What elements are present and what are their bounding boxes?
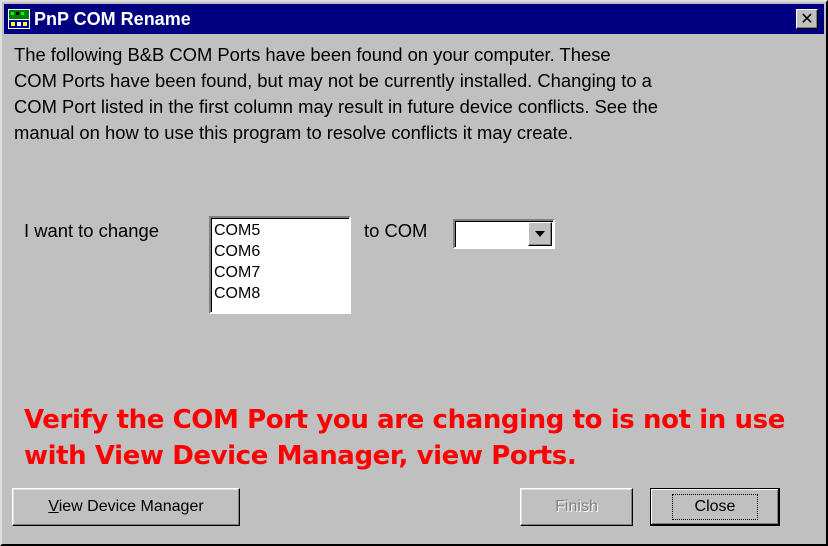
close-icon[interactable]: ✕ xyxy=(796,9,818,29)
list-item-com6[interactable]: COM6 xyxy=(214,241,349,262)
to-com-dropdown[interactable] xyxy=(453,219,555,249)
warning-line-2: with View Device Manager, view Ports. xyxy=(24,441,577,471)
pnp-com-rename-dialog: PnP COM Rename ✕ The following B&B COM P… xyxy=(0,0,828,546)
list-item-com7[interactable]: COM7 xyxy=(214,262,349,283)
warning-line-1: Verify the COM Port you are changing to … xyxy=(24,405,785,435)
change-label: I want to change xyxy=(24,220,159,241)
to-com-label: to COM xyxy=(364,220,428,241)
app-icon xyxy=(8,9,30,29)
list-item-com8[interactable]: COM8 xyxy=(214,283,349,304)
view-device-manager-label: View Device Manager xyxy=(48,498,204,515)
view-device-manager-button[interactable]: View Device Manager xyxy=(12,488,240,526)
com-port-listbox[interactable]: COM5 COM6 COM7 COM8 xyxy=(209,216,351,314)
warning-message: Verify the COM Port you are changing to … xyxy=(24,402,824,474)
close-label: Close xyxy=(671,494,759,520)
finish-label: Finish xyxy=(555,498,598,515)
dropdown-arrow-icon[interactable] xyxy=(528,222,552,246)
description-text: The following B&B COM Ports have been fo… xyxy=(14,44,658,143)
list-item-com5[interactable]: COM5 xyxy=(214,220,349,241)
finish-button[interactable]: Finish xyxy=(520,488,633,526)
window-title: PnP COM Rename xyxy=(34,9,191,29)
title-bar[interactable]: PnP COM Rename ✕ xyxy=(4,4,824,34)
close-button[interactable]: Close xyxy=(650,488,780,526)
